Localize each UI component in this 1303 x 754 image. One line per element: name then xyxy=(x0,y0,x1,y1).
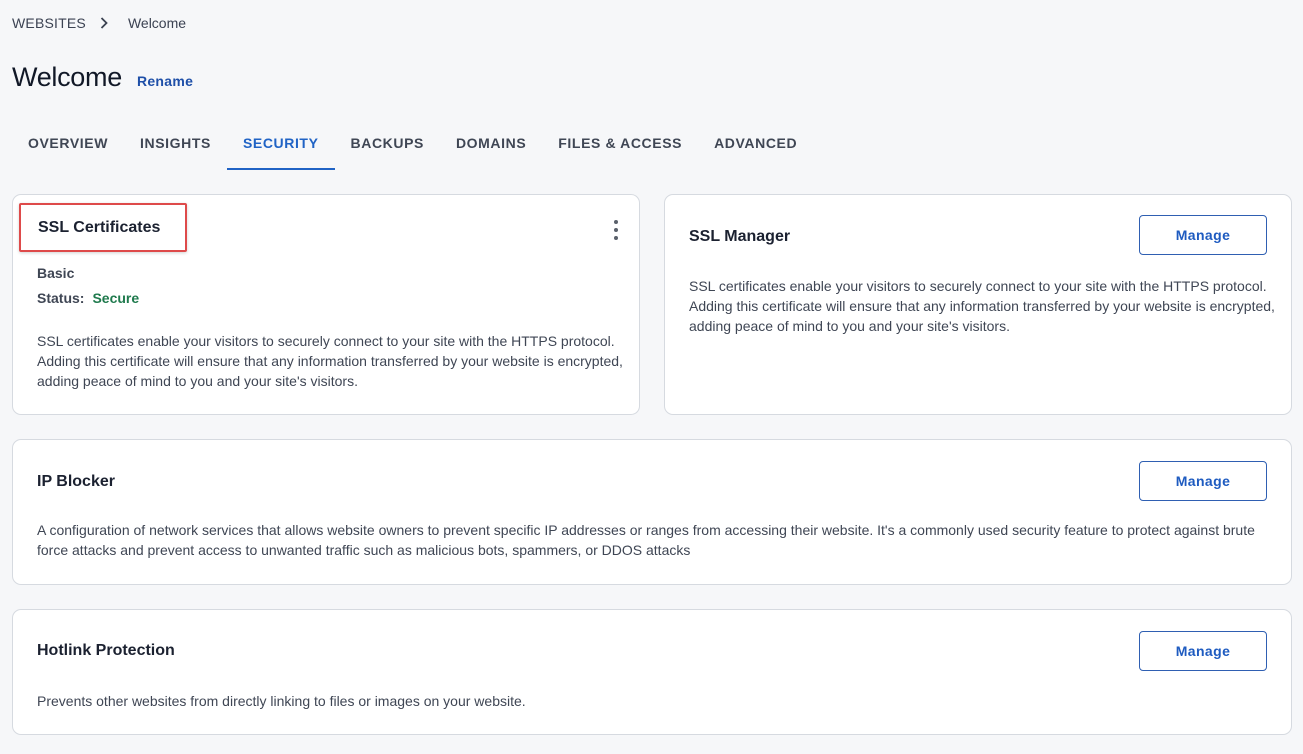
hotlink-protection-title: Hotlink Protection xyxy=(37,642,175,659)
ssl-manager-manage-button[interactable]: Manage xyxy=(1139,215,1267,255)
tab-backups[interactable]: BACKUPS xyxy=(335,124,440,170)
hotlink-manage-button[interactable]: Manage xyxy=(1139,631,1267,671)
more-options-icon[interactable] xyxy=(607,220,625,240)
tab-bar: OVERVIEW INSIGHTS SECURITY BACKUPS DOMAI… xyxy=(12,124,813,170)
ip-blocker-description: A configuration of network services that… xyxy=(37,522,1255,558)
page-title: Welcome xyxy=(12,62,122,92)
page-header: Welcome Rename xyxy=(12,62,193,93)
ssl-certificates-title-highlight: SSL Certificates xyxy=(19,203,187,252)
ssl-status: Status: Secure xyxy=(37,290,139,306)
breadcrumb: WEBSITES Welcome xyxy=(12,15,186,31)
tab-domains[interactable]: DOMAINS xyxy=(440,124,542,170)
hotlink-protection-card: Hotlink Protection Manage Prevents other… xyxy=(12,609,1292,735)
ssl-certificates-title: SSL Certificates xyxy=(38,218,161,236)
ssl-certificates-card: SSL Certificates Basic Status: Secure SS… xyxy=(12,194,640,415)
breadcrumb-websites-link[interactable]: WEBSITES xyxy=(12,15,86,31)
status-badge: Secure xyxy=(92,290,140,306)
ip-blocker-title: IP Blocker xyxy=(37,473,115,490)
ip-blocker-card: IP Blocker Manage A configuration of net… xyxy=(12,439,1292,585)
ssl-manager-title: SSL Manager xyxy=(689,228,791,245)
ip-blocker-manage-button[interactable]: Manage xyxy=(1139,461,1267,501)
status-label: Status: xyxy=(37,290,85,306)
ssl-manager-description: SSL certificates enable your visitors to… xyxy=(689,278,1275,334)
tab-files-access[interactable]: FILES & ACCESS xyxy=(542,124,698,170)
ssl-plan: Basic xyxy=(37,265,75,281)
rename-link[interactable]: Rename xyxy=(137,73,193,89)
ssl-certificates-description: SSL certificates enable your visitors to… xyxy=(37,333,623,389)
tab-insights[interactable]: INSIGHTS xyxy=(124,124,227,170)
tab-advanced[interactable]: ADVANCED xyxy=(698,124,813,170)
breadcrumb-current: Welcome xyxy=(127,15,187,31)
hotlink-protection-description: Prevents other websites from directly li… xyxy=(37,693,526,709)
ssl-manager-card: SSL Manager Manage SSL certificates enab… xyxy=(664,194,1292,415)
chevron-right-icon xyxy=(100,17,108,29)
tab-security[interactable]: SECURITY xyxy=(226,124,335,170)
tab-overview[interactable]: OVERVIEW xyxy=(12,124,124,170)
